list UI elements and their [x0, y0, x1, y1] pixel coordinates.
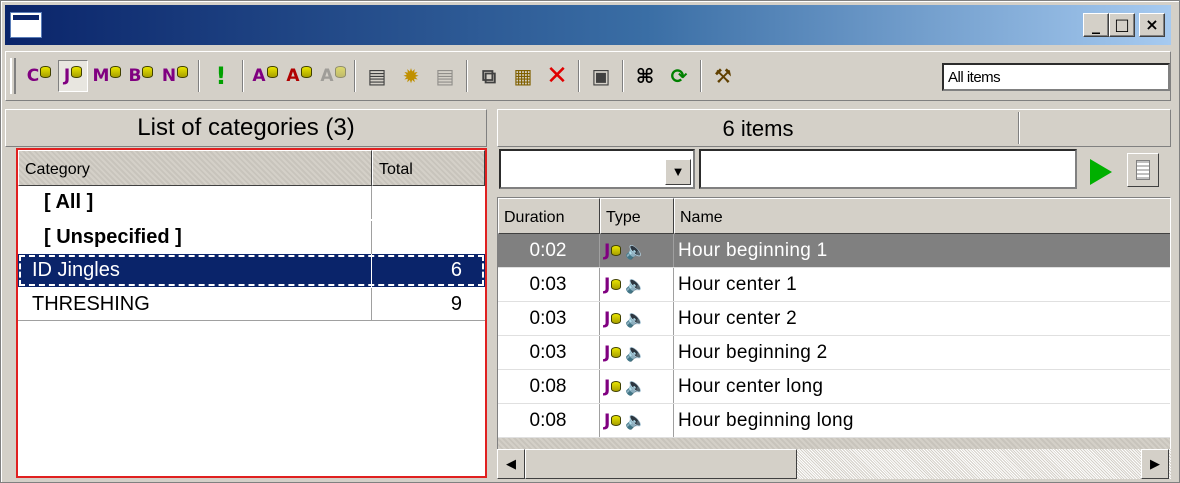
category-row-id-jingles[interactable]: ID Jingles 6	[18, 254, 485, 287]
item-row[interactable]: 0:03 J 🔈 Hour center 2	[498, 302, 1170, 336]
scroll-left-button[interactable]: ◀	[497, 449, 525, 479]
document-icon: ▤	[435, 64, 455, 88]
name-column-header[interactable]: Name	[674, 198, 1170, 234]
item-properties-button[interactable]: ▣	[586, 60, 616, 92]
database-icon	[110, 65, 122, 78]
minimize-button[interactable]: _	[1083, 13, 1109, 37]
toolbar-separator	[622, 60, 624, 92]
toolbar: C J M B N ! A A A ▤ ✹ ▤ ⧉ ▦ ✕ ▣ ⌘ ⟳ ⚒ Al…	[5, 51, 1171, 101]
database-icon	[177, 65, 189, 78]
scroll-right-button[interactable]: ▶	[1141, 449, 1169, 479]
database-edit-icon	[300, 65, 312, 78]
hammer-icon: ⚒	[714, 64, 732, 88]
jingle-type-icon: J 🔈	[604, 309, 647, 329]
new-document-button[interactable]: ▤	[362, 60, 392, 92]
speaker-icon: 🔈	[625, 241, 647, 261]
toolbar-grip[interactable]	[10, 58, 16, 94]
exclamation-button[interactable]: !	[206, 60, 236, 92]
scroll-thumb[interactable]	[525, 449, 797, 479]
delete-item-button[interactable]: A	[318, 60, 348, 92]
toolbar-separator	[466, 60, 468, 92]
search-input[interactable]	[699, 149, 1077, 189]
type-filter-dropdown[interactable]: ▼	[499, 149, 695, 189]
database-disabled-icon	[334, 65, 346, 78]
copy-icon: ⧉	[481, 64, 497, 88]
properties-icon: ▣	[591, 64, 611, 88]
toolbar-separator	[242, 60, 244, 92]
items-grid[interactable]: Duration Type Name 0:02 J 🔈 Hour beginnin…	[497, 197, 1171, 478]
jingle-type-icon: J 🔈	[604, 343, 647, 363]
app-window: _ □ × C J M B N ! A A A ▤ ✹ ▤ ⧉ ▦ ✕ ▣ ⌘ …	[0, 0, 1180, 483]
delete-x-icon: ✕	[546, 61, 568, 91]
tools-button[interactable]: ⚒	[708, 60, 738, 92]
item-row[interactable]: 0:02 J 🔈 Hour beginning 1	[498, 234, 1170, 268]
database-icon	[142, 65, 154, 78]
database-icon	[71, 65, 83, 78]
items-count: 6 items	[722, 116, 794, 141]
item-row[interactable]: 0:08 J 🔈 Hour beginning long	[498, 404, 1170, 438]
app-icon[interactable]	[11, 13, 41, 37]
category-j-button[interactable]: J	[58, 60, 88, 92]
item-row[interactable]: 0:08 J 🔈 Hour center long	[498, 370, 1170, 404]
add-item-button[interactable]: A	[250, 60, 280, 92]
jingle-type-icon: J 🔈	[604, 411, 647, 431]
type-column-header[interactable]: Type	[600, 198, 674, 234]
properties-button[interactable]: ▤	[430, 60, 460, 92]
toolbar-separator	[700, 60, 702, 92]
category-row-threshing[interactable]: THRESHING 9	[18, 288, 485, 321]
maximize-button[interactable]: □	[1109, 13, 1135, 37]
exclamation-icon: !	[215, 62, 227, 90]
folder-new-icon: ✹	[402, 64, 420, 88]
speaker-icon: 🔈	[625, 343, 647, 363]
edit-item-button[interactable]: A	[284, 60, 314, 92]
jingle-type-icon: J 🔈	[604, 377, 647, 397]
speaker-icon: 🔈	[625, 411, 647, 431]
play-button[interactable]	[1085, 155, 1117, 189]
database-icon	[40, 65, 52, 78]
item-row[interactable]: 0:03 J 🔈 Hour center 1	[498, 268, 1170, 302]
categories-header: List of categories (3)	[5, 109, 487, 147]
open-folder-button[interactable]: ✹	[396, 60, 426, 92]
chevron-down-icon[interactable]: ▼	[665, 159, 691, 185]
duration-column-header[interactable]: Duration	[498, 198, 600, 234]
toolbar-separator	[578, 60, 580, 92]
delete-button[interactable]: ✕	[542, 60, 572, 92]
category-row-all[interactable]: [ All ]	[18, 186, 485, 219]
category-m-button[interactable]: M	[92, 60, 122, 92]
refresh-button[interactable]: ⟳	[664, 60, 694, 92]
copy-button[interactable]: ⧉	[474, 60, 504, 92]
category-row-unspecified[interactable]: [ Unspecified ]	[18, 221, 485, 254]
paste-button[interactable]: ▦	[508, 60, 538, 92]
category-n-button[interactable]: N	[160, 60, 190, 92]
items-header: 6 items	[497, 109, 1171, 147]
title-bar[interactable]: _ □ ×	[5, 5, 1171, 45]
categories-list[interactable]: Category Total [ All ] [ Unspecified ] I…	[16, 148, 487, 478]
category-b-button[interactable]: B	[126, 60, 156, 92]
jingle-type-icon: J 🔈	[604, 241, 647, 261]
speaker-icon: 🔈	[625, 275, 647, 295]
database-icon	[266, 65, 278, 78]
binoculars-icon: ⌘	[635, 64, 655, 88]
category-c-button[interactable]: C	[24, 60, 54, 92]
refresh-icon: ⟳	[670, 64, 688, 88]
find-button[interactable]: ⌘	[630, 60, 660, 92]
stop-button[interactable]	[1127, 153, 1159, 187]
jingle-type-icon: J 🔈	[604, 275, 647, 295]
close-button[interactable]: ×	[1139, 13, 1165, 37]
toolbar-separator	[198, 60, 200, 92]
toolbar-separator	[354, 60, 356, 92]
category-column-header[interactable]: Category	[18, 150, 372, 186]
filter-input[interactable]: All items	[942, 63, 1170, 91]
speaker-icon: 🔈	[625, 377, 647, 397]
horizontal-scrollbar[interactable]: ◀ ▶	[497, 449, 1171, 479]
speaker-icon: 🔈	[625, 309, 647, 329]
new-document-icon: ▤	[367, 64, 387, 88]
paste-icon: ▦	[513, 64, 533, 88]
item-row[interactable]: 0:03 J 🔈 Hour beginning 2	[498, 336, 1170, 370]
total-column-header[interactable]: Total	[372, 150, 485, 186]
